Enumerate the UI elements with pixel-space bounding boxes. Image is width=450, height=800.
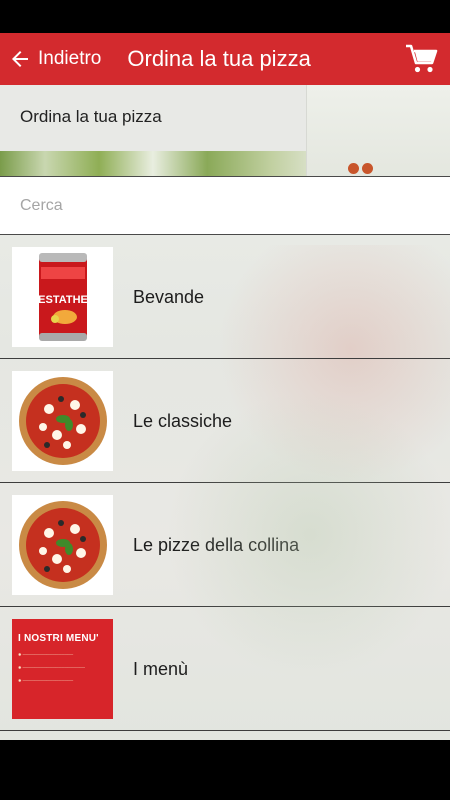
list-item[interactable]: Le pizze della collina (0, 483, 450, 607)
back-button[interactable]: Indietro (0, 33, 101, 85)
category-label: Bevande (133, 286, 205, 307)
arrow-left-icon (12, 51, 28, 67)
navigation-bar (0, 740, 450, 800)
category-label: Le pizze della collina (133, 534, 300, 555)
menu-card-line: ✸ ───────────────── (18, 678, 74, 683)
cherry-icon (362, 163, 373, 174)
menu-card-line: ✸ ───────────────── (18, 652, 74, 657)
menu-card-line: ✸ ───────────────────── (18, 665, 85, 670)
pizza-icon (18, 377, 107, 465)
search-input[interactable] (0, 177, 450, 234)
menu-card-title: I NOSTRI MENU' (18, 633, 99, 644)
menu-card-image: I NOSTRI MENU' ✸ ───────────────── ✸ ───… (12, 619, 113, 719)
page-header: Ordina la tua pizza (0, 85, 450, 177)
category-list: ESTATHE Bevande Le classiche Le pizze de… (0, 235, 450, 731)
category-label: Le classiche (133, 410, 233, 431)
header-decoration (306, 85, 450, 177)
pizza-icon (18, 501, 107, 589)
list-item[interactable]: I NOSTRI MENU' ✸ ───────────────── ✸ ───… (0, 607, 450, 731)
page-heading: Ordina la tua pizza (20, 107, 162, 126)
list-item[interactable]: ESTATHE Bevande (0, 235, 450, 359)
app-title: Ordina la tua pizza (127, 46, 311, 71)
content-area: Ordina la tua pizza ESTATHE Bevande (0, 85, 450, 740)
pizza-image (12, 371, 113, 471)
category-label: I menù (133, 658, 189, 679)
cart-icon[interactable] (404, 42, 438, 76)
list-item[interactable]: Le classiche (0, 359, 450, 483)
drink-can-image: ESTATHE (12, 247, 113, 347)
svg-text:ESTATHE: ESTATHE (38, 294, 88, 306)
drink-can-icon: ESTATHE (38, 253, 88, 341)
back-label: Indietro (38, 48, 102, 69)
cherry-icon (348, 163, 359, 174)
app-bar: Indietro Ordina la tua pizza (0, 33, 450, 85)
status-bar (0, 0, 450, 33)
pizza-image (12, 495, 113, 595)
